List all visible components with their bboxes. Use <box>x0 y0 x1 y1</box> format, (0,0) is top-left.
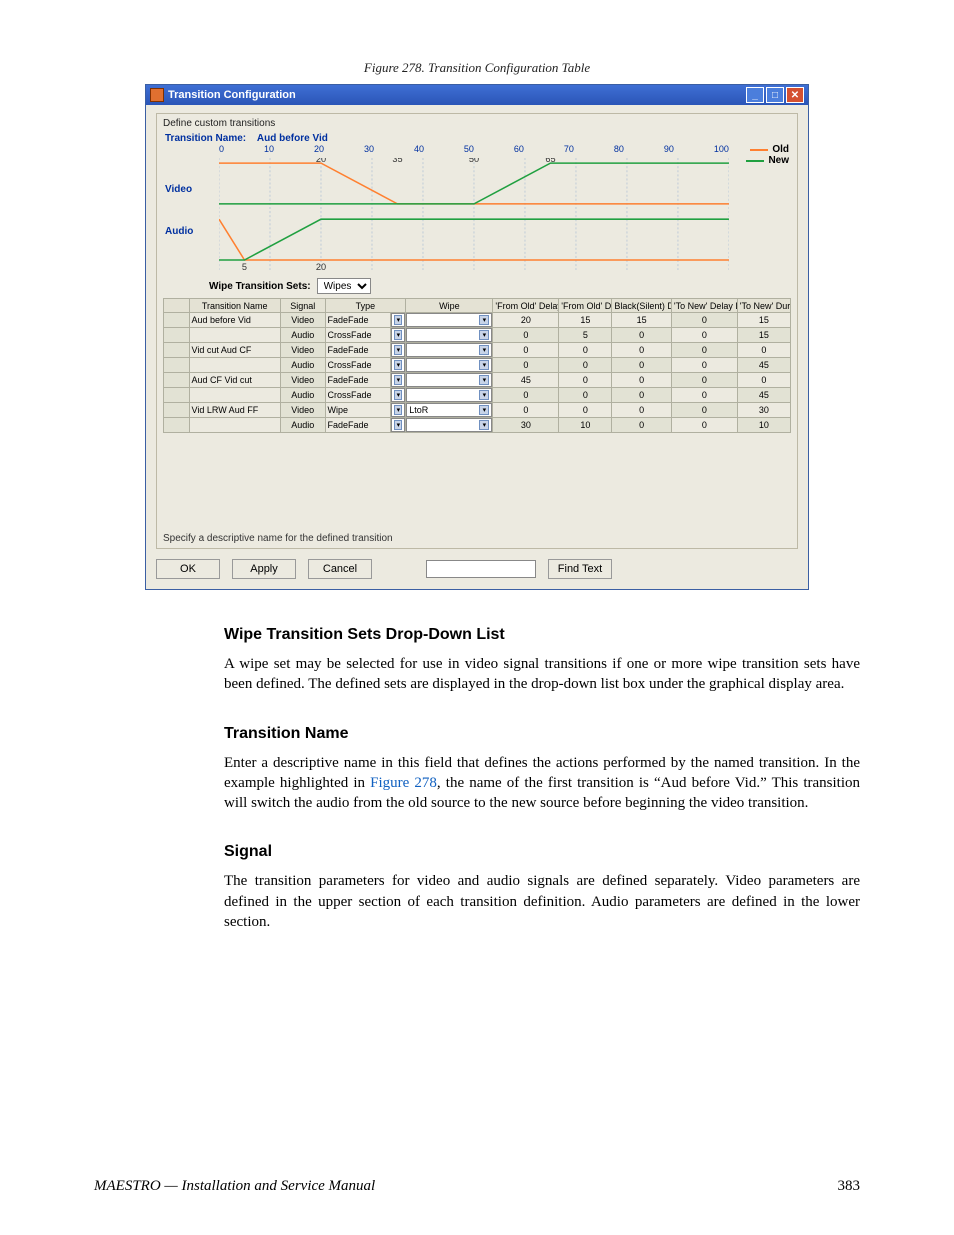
wipe-sets-label: Wipe Transition Sets: <box>209 281 311 292</box>
find-input[interactable] <box>426 560 536 578</box>
legend-new: New <box>768 155 789 166</box>
type-dropdown[interactable]: ▾ <box>391 313 405 327</box>
section-heading: Wipe Transition Sets Drop-Down List <box>224 626 860 644</box>
table-row[interactable]: Aud CF Vid cutVideoFadeFade▾▾450000 <box>164 373 791 388</box>
svg-text:20: 20 <box>316 158 326 164</box>
titlebar[interactable]: Transition Configuration _ □ ✕ <box>146 85 808 105</box>
table-row[interactable]: AudioCrossFade▾▾050015 <box>164 328 791 343</box>
table-row[interactable]: Aud before VidVideoFadeFade▾▾201515015 <box>164 313 791 328</box>
minimize-icon[interactable]: _ <box>746 87 764 103</box>
type-dropdown[interactable]: ▾ <box>391 388 405 402</box>
svg-text:65: 65 <box>545 158 555 164</box>
wipe-dropdown[interactable]: ▾ <box>406 388 492 402</box>
svg-text:50: 50 <box>469 158 479 164</box>
svg-text:35: 35 <box>392 158 402 164</box>
transitions-table: Transition Name Signal Type Wipe 'From O… <box>163 298 791 433</box>
table-header-row: Transition Name Signal Type Wipe 'From O… <box>164 299 791 313</box>
wipe-sets-select[interactable]: Wipes <box>317 278 371 294</box>
svg-text:5: 5 <box>242 262 247 270</box>
table-row[interactable]: AudioFadeFade▾▾30100010 <box>164 418 791 433</box>
transition-config-window: Transition Configuration _ □ ✕ Define cu… <box>145 84 809 590</box>
wipe-dropdown[interactable]: LtoR▾ <box>406 403 492 417</box>
cancel-button[interactable]: Cancel <box>308 559 372 579</box>
section-heading: Transition Name <box>224 725 860 743</box>
axis-top-ticks: 0102030405060708090100 <box>219 144 729 154</box>
legend-swatch-new <box>746 160 764 162</box>
find-button[interactable]: Find Text <box>548 559 612 579</box>
section-heading: Signal <box>224 843 860 861</box>
wipe-dropdown[interactable]: ▾ <box>406 328 492 342</box>
svg-text:20: 20 <box>316 262 326 270</box>
type-dropdown[interactable]: ▾ <box>391 418 405 432</box>
apply-button[interactable]: Apply <box>232 559 296 579</box>
ok-button[interactable]: OK <box>156 559 220 579</box>
body-text: A wipe set may be selected for use in vi… <box>224 654 860 695</box>
table-row[interactable]: AudioCrossFade▾▾000045 <box>164 358 791 373</box>
figure-link[interactable]: Figure 278 <box>370 775 437 791</box>
wipe-dropdown[interactable]: ▾ <box>406 358 492 372</box>
table-row[interactable]: Vid LRW Aud FFVideoWipe▾LtoR▾000030 <box>164 403 791 418</box>
transition-graph: 20 35 50 65 5 20 <box>219 158 729 270</box>
type-dropdown[interactable]: ▾ <box>391 358 405 372</box>
transition-name-label: Transition Name: <box>165 133 246 144</box>
page-number: 383 <box>838 1178 861 1195</box>
body-text: The transition parameters for video and … <box>224 871 860 932</box>
audio-row-label: Audio <box>165 226 193 237</box>
type-dropdown[interactable]: ▾ <box>391 403 405 417</box>
type-dropdown[interactable]: ▾ <box>391 343 405 357</box>
type-dropdown[interactable]: ▾ <box>391 328 405 342</box>
panel-label: Define custom transitions <box>163 118 791 129</box>
table-row[interactable]: Vid cut Aud CFVideoFadeFade▾▾00000 <box>164 343 791 358</box>
maximize-icon[interactable]: □ <box>766 87 784 103</box>
figure-caption: Figure 278. Transition Configuration Tab… <box>94 60 860 76</box>
wipe-dropdown[interactable]: ▾ <box>406 418 492 432</box>
type-dropdown[interactable]: ▾ <box>391 373 405 387</box>
wipe-dropdown[interactable]: ▾ <box>406 313 492 327</box>
transition-name-value: Aud before Vid <box>257 133 328 144</box>
wipe-dropdown[interactable]: ▾ <box>406 343 492 357</box>
window-title: Transition Configuration <box>168 89 296 101</box>
table-row[interactable]: AudioCrossFade▾▾000045 <box>164 388 791 403</box>
close-icon[interactable]: ✕ <box>786 87 804 103</box>
app-icon <box>150 88 164 102</box>
hint-text: Specify a descriptive name for the defin… <box>163 533 791 544</box>
body-text: Enter a descriptive name in this field t… <box>224 753 860 814</box>
wipe-dropdown[interactable]: ▾ <box>406 373 492 387</box>
footer-title: MAESTRO — Installation and Service Manua… <box>94 1178 375 1195</box>
video-row-label: Video <box>165 184 192 195</box>
legend-old: Old <box>772 144 789 155</box>
legend-swatch-old <box>750 149 768 151</box>
